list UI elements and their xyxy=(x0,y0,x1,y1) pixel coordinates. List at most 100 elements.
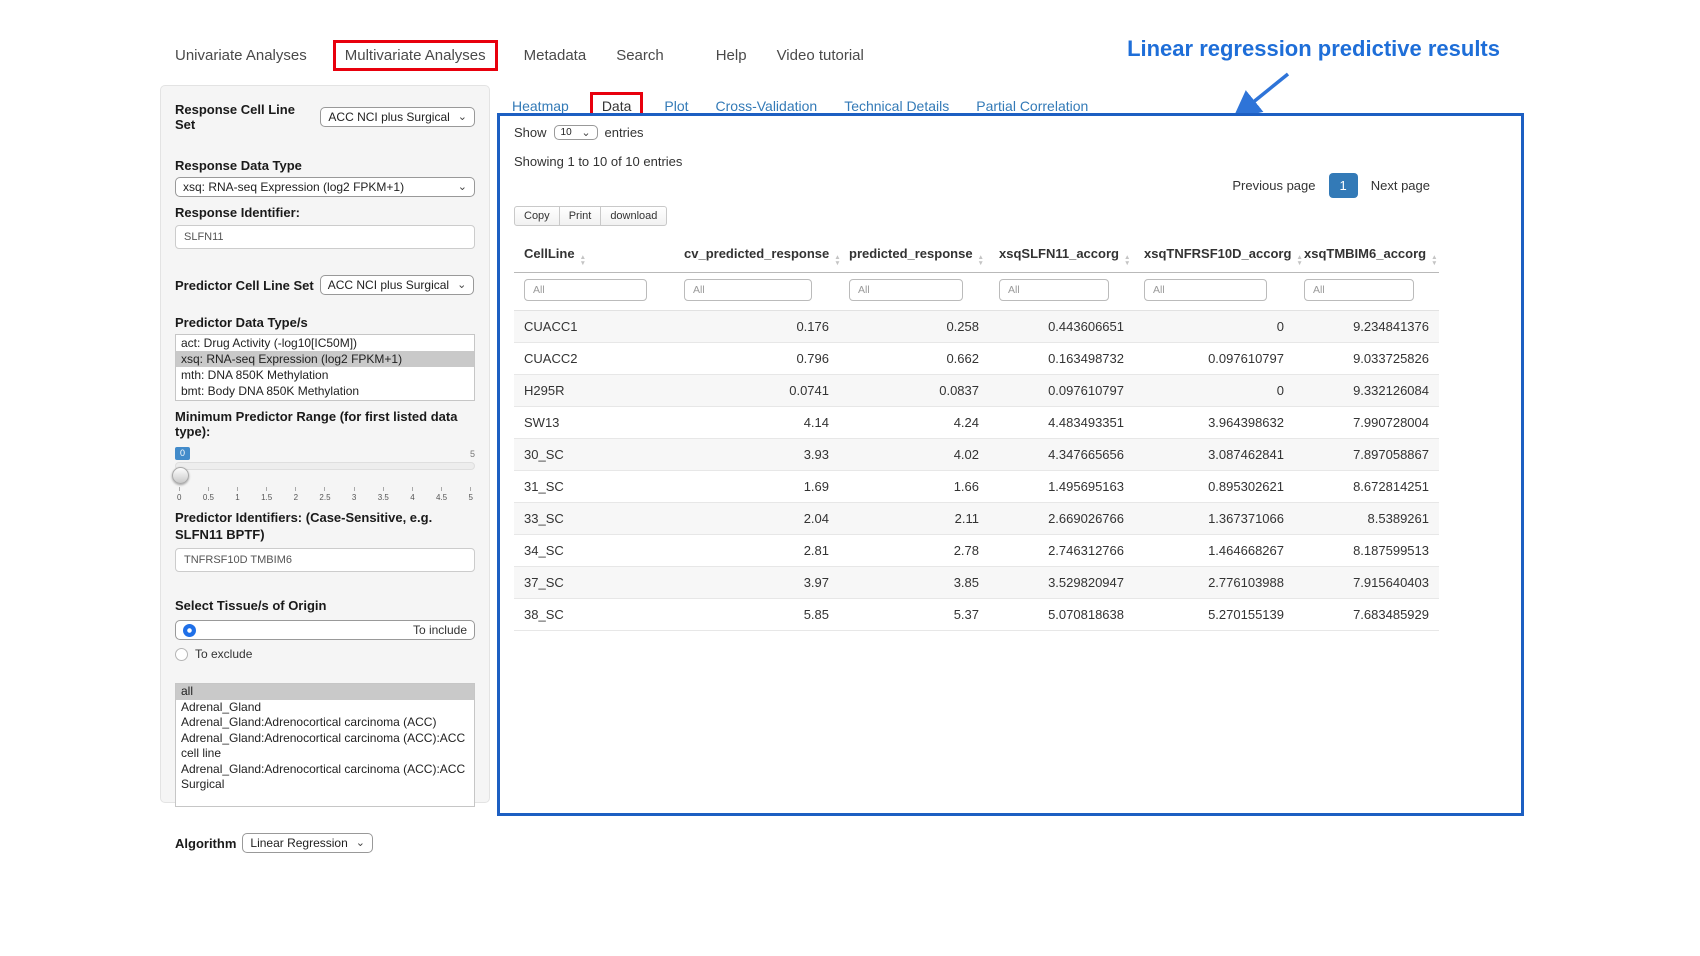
tab-technical-details[interactable]: Technical Details xyxy=(844,98,949,114)
value-cell: 9.033725826 xyxy=(1294,343,1439,375)
chevron-down-icon: ⌄ xyxy=(457,281,466,289)
tissue-option[interactable]: Adrenal_Gland:Adrenocortical carcinoma (… xyxy=(176,731,474,762)
table-filter-row xyxy=(514,273,1439,311)
export-buttons: Copy Print download xyxy=(514,206,1439,226)
sort-icon: ▲▼ xyxy=(978,255,984,266)
copy-button[interactable]: Copy xyxy=(514,206,560,226)
table-row: 37_SC3.973.853.5298209472.7761039887.915… xyxy=(514,567,1439,599)
tissue-option[interactable]: Adrenal_Gland:Adrenocortical carcinoma (… xyxy=(176,715,474,731)
previous-page-button[interactable]: Previous page xyxy=(1223,173,1324,198)
value-cell: 5.070818638 xyxy=(989,599,1134,631)
predictor-data-type-option[interactable]: mth: DNA 850K Methylation xyxy=(176,367,474,383)
tab-heatmap[interactable]: Heatmap xyxy=(512,98,569,114)
value-cell: 8.672814251 xyxy=(1294,471,1439,503)
nav-metadata[interactable]: Metadata xyxy=(524,47,587,64)
predictor-data-type-option[interactable]: xsq: RNA-seq Expression (log2 FPKM+1) xyxy=(176,351,474,367)
table-row: 31_SC1.691.661.4956951630.8953026218.672… xyxy=(514,471,1439,503)
predictor-cell-line-set-select[interactable]: ACC NCI plus Surgical ⌄ xyxy=(320,275,475,295)
predictor-data-type-label: Predictor Data Type/s xyxy=(175,315,475,330)
slider-tick: 3 xyxy=(352,487,356,502)
value-cell: 8.5389261 xyxy=(1294,503,1439,535)
column-header-CellLine[interactable]: CellLine▲▼ xyxy=(514,238,674,273)
column-header-xsqTMBIM6_accorg[interactable]: xsqTMBIM6_accorg▲▼ xyxy=(1294,238,1439,273)
tissue-list: allAdrenal_GlandAdrenal_Gland:Adrenocort… xyxy=(175,683,475,807)
column-header-cv_predicted_response[interactable]: cv_predicted_response▲▼ xyxy=(674,238,839,273)
nav-help[interactable]: Help xyxy=(716,47,747,64)
chevron-down-icon: ⌄ xyxy=(458,183,467,191)
min-predictor-range-slider[interactable]: 0 5 00.511.522.533.544.55 xyxy=(175,447,475,507)
sort-icon: ▲▼ xyxy=(1431,255,1437,266)
page-1-button[interactable]: 1 xyxy=(1329,173,1358,198)
predictor-data-type-list: act: Drug Activity (-log10[IC50M])xsq: R… xyxy=(175,334,475,401)
predictor-identifiers-input[interactable] xyxy=(175,548,475,572)
tissue-option[interactable]: all xyxy=(176,684,474,700)
nav-univariate-analyses[interactable]: Univariate Analyses xyxy=(175,47,307,64)
radio-to-exclude[interactable]: To exclude xyxy=(175,647,475,661)
show-label: Show xyxy=(514,125,547,140)
tissue-option[interactable]: Adrenal_Gland:Adrenocortical carcinoma (… xyxy=(176,762,474,793)
column-header-xsqTNFRSF10D_accorg[interactable]: xsqTNFRSF10D_accorg▲▼ xyxy=(1134,238,1294,273)
value-cell: 3.97 xyxy=(674,567,839,599)
value-cell: 5.270155139 xyxy=(1134,599,1294,631)
value-cell: 4.24 xyxy=(839,407,989,439)
value-cell: 0.0837 xyxy=(839,375,989,407)
cell-line-cell: H295R xyxy=(514,375,674,407)
predictor-data-type-option[interactable]: act: Drug Activity (-log10[IC50M]) xyxy=(176,335,474,351)
algorithm-select[interactable]: Linear Regression ⌄ xyxy=(242,833,373,853)
nav-search[interactable]: Search xyxy=(616,47,664,64)
slider-tick: 4 xyxy=(410,487,414,502)
value-cell: 2.11 xyxy=(839,503,989,535)
column-header-xsqSLFN11_accorg[interactable]: xsqSLFN11_accorg▲▼ xyxy=(989,238,1134,273)
value-cell: 0 xyxy=(1134,375,1294,407)
value-cell: 1.464668267 xyxy=(1134,535,1294,567)
value-cell: 4.02 xyxy=(839,439,989,471)
slider-tick: 1.5 xyxy=(261,487,272,502)
filter-input-cv_predicted_response[interactable] xyxy=(684,279,812,301)
response-cell-line-set-select[interactable]: ACC NCI plus Surgical ⌄ xyxy=(320,107,475,127)
value-cell: 3.93 xyxy=(674,439,839,471)
value-cell: 0.097610797 xyxy=(989,375,1134,407)
filter-input-CellLine[interactable] xyxy=(524,279,647,301)
nav-multivariate-analyses[interactable]: Multivariate Analyses xyxy=(333,40,498,71)
value-cell: 4.347665656 xyxy=(989,439,1134,471)
min-predictor-range-label: Minimum Predictor Range (for first liste… xyxy=(175,409,475,439)
nav-video-tutorial[interactable]: Video tutorial xyxy=(777,47,864,64)
tab-plot[interactable]: Plot xyxy=(664,98,688,114)
chevron-down-icon: ⌄ xyxy=(458,113,467,121)
response-data-type-select[interactable]: xsq: RNA-seq Expression (log2 FPKM+1) ⌄ xyxy=(175,177,475,197)
table-body: CUACC10.1760.2580.44360665109.234841376C… xyxy=(514,311,1439,631)
column-header-predicted_response[interactable]: predicted_response▲▼ xyxy=(839,238,989,273)
predictor-data-type-option[interactable]: bmt: Body DNA 850K Methylation xyxy=(176,383,474,399)
radio-to-include[interactable]: To include xyxy=(175,620,475,640)
cell-line-cell: CUACC1 xyxy=(514,311,674,343)
slider-handle[interactable] xyxy=(172,467,189,484)
show-entries-row: Show 10 ⌄ entries xyxy=(514,125,1439,140)
tab-partial-correlation[interactable]: Partial Correlation xyxy=(976,98,1088,114)
algorithm-label: Algorithm xyxy=(175,836,236,851)
tab-cross-validation[interactable]: Cross-Validation xyxy=(716,98,818,114)
table-row: SW134.144.244.4834933513.9643986327.9907… xyxy=(514,407,1439,439)
value-cell: 5.85 xyxy=(674,599,839,631)
slider-track[interactable] xyxy=(175,462,475,470)
sort-icon: ▲▼ xyxy=(834,255,840,266)
sidebar: Response Cell Line Set ACC NCI plus Surg… xyxy=(160,85,490,803)
cell-line-cell: 34_SC xyxy=(514,535,674,567)
page-length-select[interactable]: 10 ⌄ xyxy=(554,125,598,140)
tissue-option[interactable]: Adrenal_Gland xyxy=(176,700,474,716)
slider-tick: 3.5 xyxy=(378,487,389,502)
annotation-text: Linear regression predictive results xyxy=(1070,36,1500,62)
filter-input-predicted_response[interactable] xyxy=(849,279,963,301)
filter-input-xsqSLFN11_accorg[interactable] xyxy=(999,279,1109,301)
filter-input-xsqTMBIM6_accorg[interactable] xyxy=(1304,279,1414,301)
value-cell: 9.234841376 xyxy=(1294,311,1439,343)
entries-label: entries xyxy=(605,125,644,140)
download-button[interactable]: download xyxy=(600,206,667,226)
filter-input-xsqTNFRSF10D_accorg[interactable] xyxy=(1144,279,1267,301)
top-nav: Univariate Analyses Multivariate Analyse… xyxy=(175,40,864,71)
print-button[interactable]: Print xyxy=(559,206,602,226)
algorithm-row: Algorithm Linear Regression ⌄ xyxy=(175,833,475,853)
cell-line-cell: 38_SC xyxy=(514,599,674,631)
response-identifier-input[interactable] xyxy=(175,225,475,249)
next-page-button[interactable]: Next page xyxy=(1362,173,1439,198)
slider-value-badge: 0 xyxy=(175,447,190,460)
